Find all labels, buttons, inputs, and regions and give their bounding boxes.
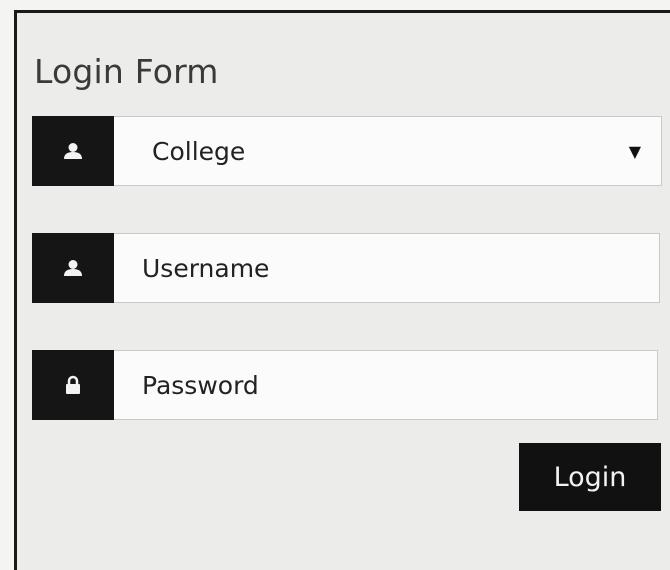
- password-input[interactable]: Password: [114, 350, 658, 420]
- username-input[interactable]: Username: [114, 233, 660, 303]
- college-select-value: College: [152, 136, 246, 166]
- college-select[interactable]: College ▼: [114, 116, 662, 186]
- user-icon: [62, 259, 84, 277]
- user-icon: [62, 142, 84, 160]
- username-row: Username: [32, 233, 660, 303]
- dropdown-caret-icon[interactable]: ▼: [629, 142, 641, 161]
- password-placeholder: Password: [142, 370, 259, 400]
- form-title: Login Form: [34, 52, 219, 91]
- username-icon-box: [32, 233, 114, 303]
- login-button[interactable]: Login: [519, 443, 661, 511]
- password-icon-box: [32, 350, 114, 420]
- lock-icon: [65, 375, 81, 395]
- password-row: Password: [32, 350, 658, 420]
- college-icon-box: [32, 116, 114, 186]
- college-select-row: College ▼: [32, 116, 662, 186]
- username-placeholder: Username: [142, 253, 270, 283]
